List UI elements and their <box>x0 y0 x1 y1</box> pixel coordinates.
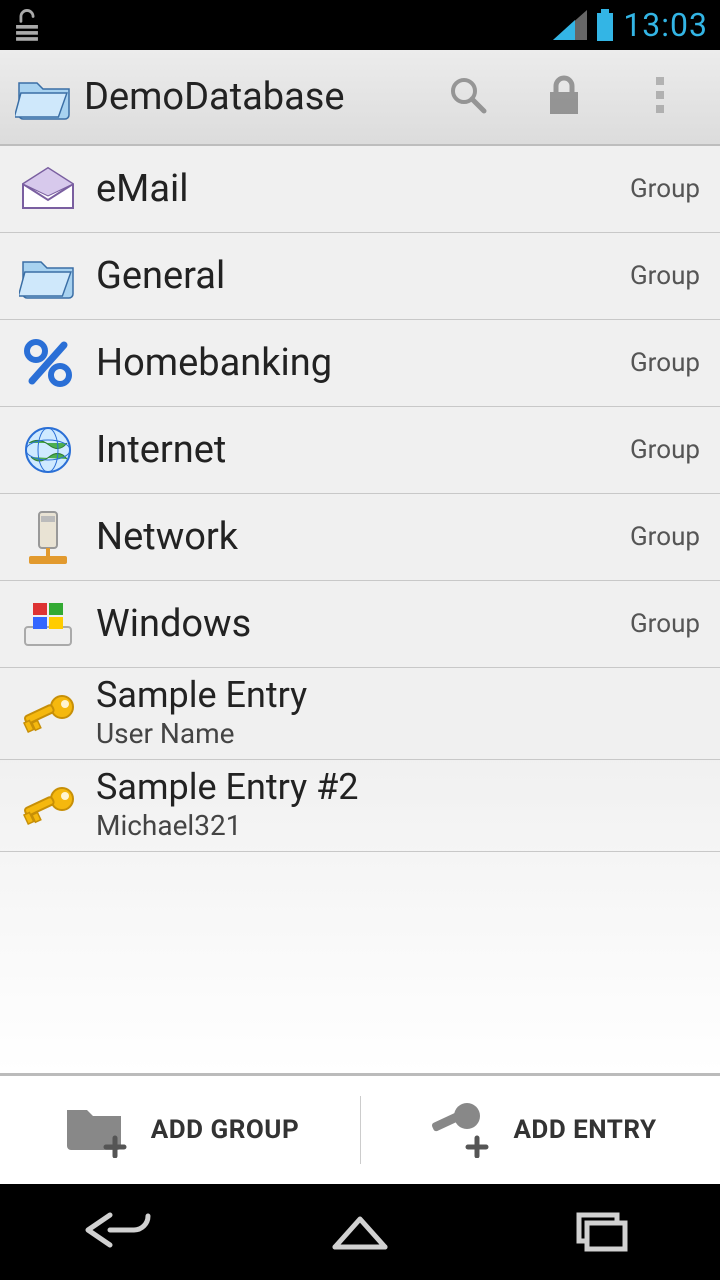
group-name: eMail <box>96 167 188 211</box>
recent-icon <box>565 1205 635 1259</box>
key-plus-icon <box>423 1098 495 1162</box>
navigation-bar <box>0 1184 720 1280</box>
back-icon <box>80 1205 160 1259</box>
back-button[interactable] <box>50 1197 190 1267</box>
add-entry-button[interactable]: ADD ENTRY <box>360 1076 720 1184</box>
home-button[interactable] <box>290 1197 430 1267</box>
home-icon <box>325 1205 395 1259</box>
overflow-menu-button[interactable] <box>612 49 708 145</box>
list-item[interactable]: eMail Group <box>0 146 720 233</box>
entry-title: Sample Entry #2 <box>96 769 359 807</box>
bottom-toolbar: ADD GROUP ADD ENTRY <box>0 1076 720 1184</box>
lock-button[interactable] <box>516 49 612 145</box>
menu-dots-icon <box>654 75 666 119</box>
key-icon <box>8 771 88 841</box>
windows-icon <box>8 589 88 659</box>
mail-icon <box>8 154 88 224</box>
globe-icon <box>8 415 88 485</box>
list-item[interactable]: General Group <box>0 233 720 320</box>
group-name: General <box>96 254 225 298</box>
signal-icon <box>553 10 587 40</box>
entry-subtitle: Michael321 <box>96 809 359 842</box>
server-icon <box>8 502 88 572</box>
unlock-icon <box>12 8 42 42</box>
group-tag: Group <box>630 609 700 639</box>
group-tag: Group <box>630 174 700 204</box>
add-entry-label: ADD ENTRY <box>513 1115 656 1145</box>
database-title: DemoDatabase <box>84 75 345 119</box>
entry-subtitle: User Name <box>96 717 307 750</box>
group-name: Homebanking <box>96 341 332 385</box>
list-item[interactable]: Windows Group <box>0 581 720 668</box>
search-icon <box>446 73 490 121</box>
group-name: Windows <box>96 602 251 646</box>
list-item[interactable]: Sample Entry #2 Michael321 <box>0 760 720 852</box>
group-name: Network <box>96 515 238 559</box>
add-group-label: ADD GROUP <box>151 1115 299 1145</box>
group-tag: Group <box>630 348 700 378</box>
entry-list: eMail Group General Group Homebanki <box>0 146 720 1073</box>
battery-icon <box>595 9 615 41</box>
recent-apps-button[interactable] <box>530 1197 670 1267</box>
group-tag: Group <box>630 261 700 291</box>
status-time: 13:03 <box>623 6 708 44</box>
status-bar: 13:03 <box>0 0 720 50</box>
action-bar: DemoDatabase <box>0 50 720 146</box>
percent-icon <box>8 328 88 398</box>
add-group-button[interactable]: ADD GROUP <box>0 1076 360 1184</box>
entry-title: Sample Entry <box>96 677 307 715</box>
group-tag: Group <box>630 522 700 552</box>
list-item[interactable]: Homebanking Group <box>0 320 720 407</box>
key-icon <box>8 679 88 749</box>
folder-icon <box>8 241 88 311</box>
folder-plus-icon <box>61 1098 133 1162</box>
list-item[interactable]: Sample Entry User Name <box>0 668 720 760</box>
lock-icon <box>544 72 584 122</box>
database-folder-icon <box>12 65 76 129</box>
search-button[interactable] <box>420 49 516 145</box>
group-tag: Group <box>630 435 700 465</box>
group-name: Internet <box>96 428 226 472</box>
list-item[interactable]: Internet Group <box>0 407 720 494</box>
list-item[interactable]: Network Group <box>0 494 720 581</box>
